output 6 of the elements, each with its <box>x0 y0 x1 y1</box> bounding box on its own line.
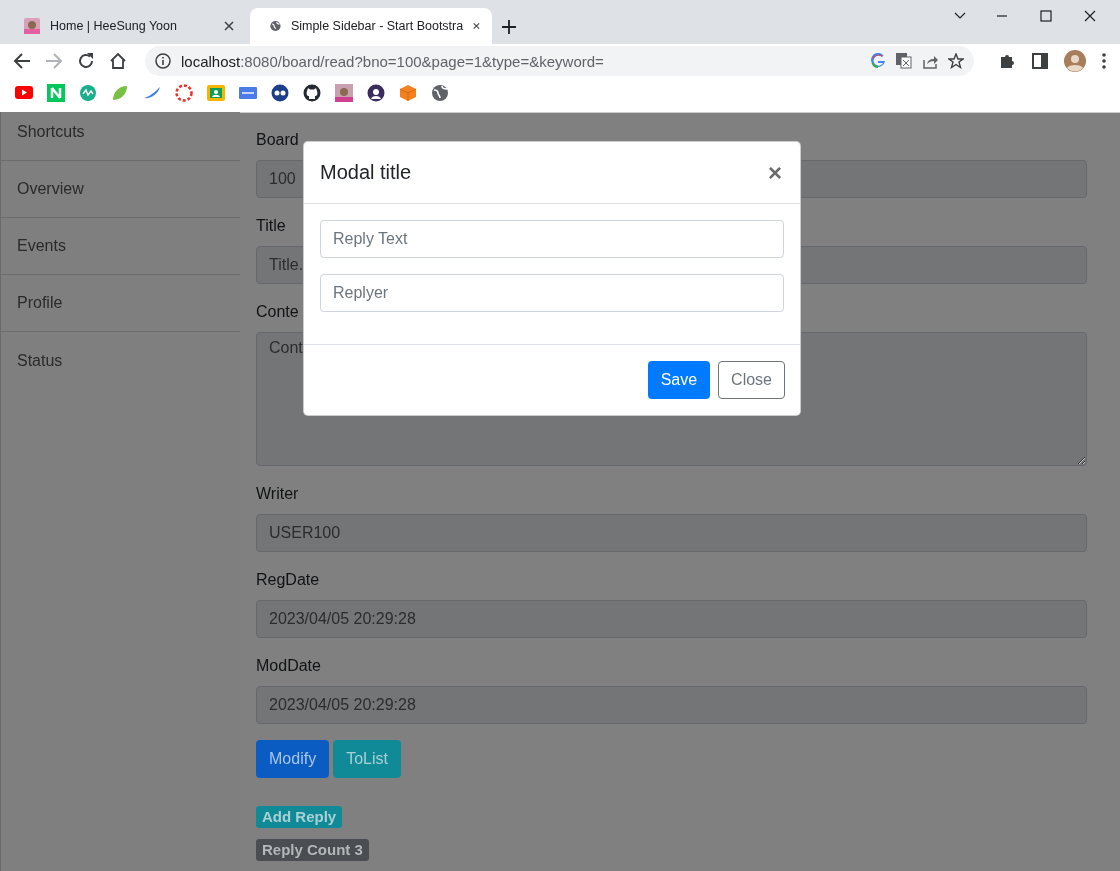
field-label: Writer <box>256 484 300 504</box>
field-label: Conte <box>256 302 300 322</box>
field-label: ModDate <box>256 656 322 676</box>
field-label: Board <box>256 130 300 150</box>
field-label: RegDate <box>256 570 321 590</box>
modal-title: Modal title <box>320 161 412 184</box>
